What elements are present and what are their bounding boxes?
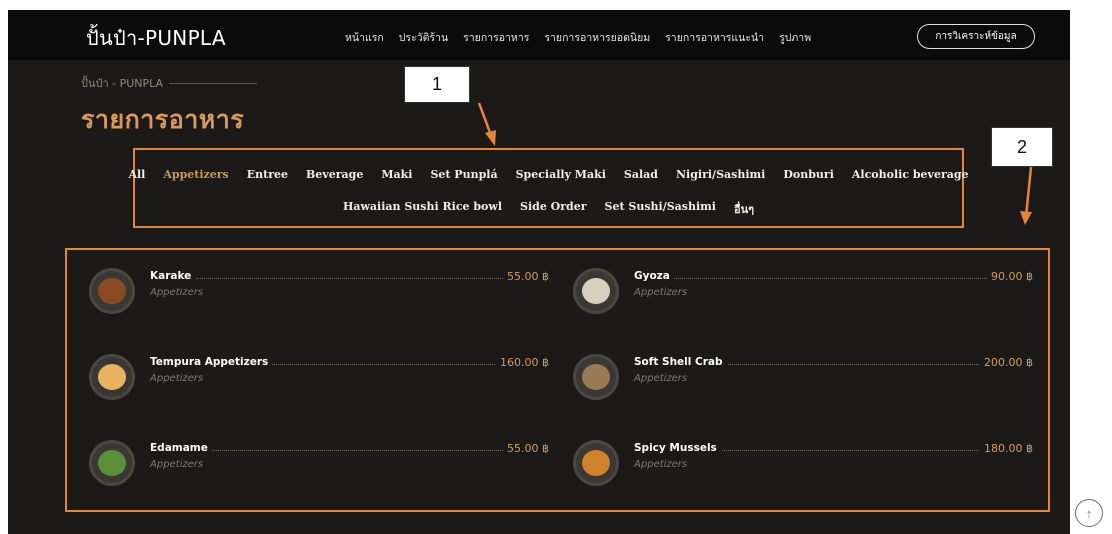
item-price: 90.00 ฿ xyxy=(987,270,1033,283)
category-tab[interactable]: Set Sushi/Sashimi xyxy=(605,200,716,218)
food-image xyxy=(89,440,135,486)
category-tab[interactable]: อื่นๆ xyxy=(734,200,754,218)
category-tab[interactable]: Beverage xyxy=(306,168,363,181)
food-image xyxy=(573,354,619,400)
category-tab[interactable]: Salad xyxy=(624,168,658,181)
category-tab[interactable]: Donburi xyxy=(783,168,834,181)
nav-link-popular[interactable]: รายการอาหารยอดนิยม xyxy=(544,29,650,46)
item-category: Appetizers xyxy=(150,373,204,384)
category-tab[interactable]: Maki xyxy=(381,168,412,181)
food-image xyxy=(89,268,135,314)
item-price: 180.00 ฿ xyxy=(980,442,1033,455)
food-image xyxy=(573,440,619,486)
category-tab[interactable]: Alcoholic beverage xyxy=(852,168,969,181)
item-price: 55.00 ฿ xyxy=(503,270,549,283)
category-tab[interactable]: Set Punplá xyxy=(430,168,497,181)
analysis-button[interactable]: การวิเคราะห์ข้อมูล xyxy=(917,24,1035,49)
nav-link-recommended[interactable]: รายการอาหารแนะนำ xyxy=(665,29,764,46)
item-category: Appetizers xyxy=(634,459,688,470)
back-to-top-button[interactable]: ↑ xyxy=(1075,499,1103,527)
callout-label-1: 1 xyxy=(404,66,470,103)
arrow-up-icon: ↑ xyxy=(1085,505,1093,521)
item-name: Tempura Appetizers xyxy=(150,356,273,368)
page: ปั้นป๋า-PUNPLA หน้าแรก ประวัติร้าน รายกา… xyxy=(0,0,1112,534)
category-tab[interactable]: All xyxy=(128,168,145,181)
dot-leader xyxy=(150,278,549,279)
category-tab[interactable]: Nigiri/Sashimi xyxy=(676,168,765,181)
brand-logo[interactable]: ปั้นป๋า-PUNPLA xyxy=(86,22,226,54)
category-tab[interactable]: Side Order xyxy=(520,200,587,218)
dish-shape xyxy=(98,278,126,304)
item-name: Karake xyxy=(150,270,196,282)
item-category: Appetizers xyxy=(634,287,688,298)
item-name: Spicy Mussels xyxy=(634,442,721,454)
dish-shape xyxy=(582,278,610,304)
right-margin xyxy=(1070,0,1112,534)
category-tab[interactable]: Hawaiian Sushi Rice bowl xyxy=(343,200,502,218)
item-price: 55.00 ฿ xyxy=(503,442,549,455)
food-image xyxy=(573,268,619,314)
navbar: ปั้นป๋า-PUNPLA หน้าแรก ประวัติร้าน รายกา… xyxy=(8,10,1070,60)
dot-leader xyxy=(634,278,1033,279)
dish-shape xyxy=(98,364,126,390)
breadcrumb-text[interactable]: ปั้นป๋า - PUNPLA xyxy=(81,74,163,92)
page-title: รายการอาหาร xyxy=(81,105,245,134)
item-price: 160.00 ฿ xyxy=(496,356,549,369)
menu-item[interactable]: Gyoza Appetizers 90.00 ฿ xyxy=(573,268,1033,328)
menu-list-annotation-box: Karake Appetizers 55.00 ฿ Gyoza Appetize… xyxy=(65,248,1050,512)
category-row-1: All Appetizers Entree Beverage Maki Set Punpl… xyxy=(128,168,968,181)
category-tab[interactable]: Specially Maki xyxy=(516,168,606,181)
item-category: Appetizers xyxy=(634,373,688,384)
category-tab[interactable]: Appetizers xyxy=(163,168,228,181)
nav-link-gallery[interactable]: รูปภาพ xyxy=(779,29,811,46)
website: ปั้นป๋า-PUNPLA หน้าแรก ประวัติร้าน รายกา… xyxy=(8,10,1070,534)
dish-shape xyxy=(98,450,126,476)
item-name: Edamame xyxy=(150,442,212,454)
category-tab[interactable]: Entree xyxy=(247,168,288,181)
menu-item[interactable]: Tempura Appetizers Appetizers 160.00 ฿ xyxy=(89,354,549,414)
category-filter-annotation-box: All Appetizers Entree Beverage Maki Set Punpl… xyxy=(128,148,969,228)
menu-item[interactable]: Spicy Mussels Appetizers 180.00 ฿ xyxy=(573,440,1033,500)
menu-item[interactable]: Edamame Appetizers 55.00 ฿ xyxy=(89,440,549,500)
item-name: Gyoza xyxy=(634,270,674,282)
food-image xyxy=(89,354,135,400)
dish-shape xyxy=(582,450,610,476)
nav-link-home[interactable]: หน้าแรก xyxy=(345,29,384,46)
left-margin xyxy=(0,0,8,534)
dish-shape xyxy=(582,364,610,390)
callout-label-2: 2 xyxy=(991,127,1053,167)
breadcrumb-divider xyxy=(169,82,258,84)
item-category: Appetizers xyxy=(150,287,204,298)
menu-item[interactable]: Karake Appetizers 55.00 ฿ xyxy=(89,268,549,328)
nav-links: หน้าแรก ประวัติร้าน รายการอาหาร รายการอา… xyxy=(345,29,826,46)
breadcrumb: ปั้นป๋า - PUNPLA xyxy=(81,74,258,92)
item-category: Appetizers xyxy=(150,459,204,470)
nav-link-menu[interactable]: รายการอาหาร xyxy=(463,29,529,46)
category-row-2: Hawaiian Sushi Rice bowl Side Order Set Su… xyxy=(135,200,962,218)
item-name: Soft Shell Crab xyxy=(634,356,727,368)
menu-item[interactable]: Soft Shell Crab Appetizers 200.00 ฿ xyxy=(573,354,1033,414)
item-price: 200.00 ฿ xyxy=(980,356,1033,369)
nav-link-history[interactable]: ประวัติร้าน xyxy=(399,29,448,46)
